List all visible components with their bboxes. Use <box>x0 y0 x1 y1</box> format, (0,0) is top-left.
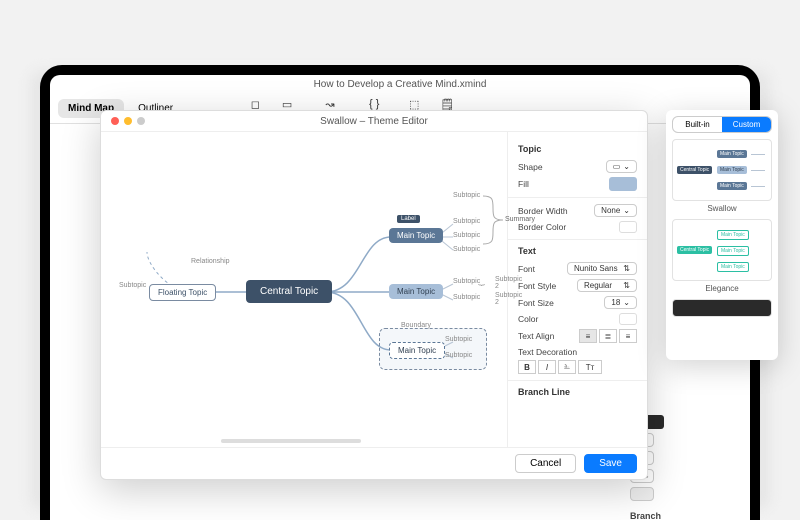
theme-thumb-swallow[interactable]: Central Topic Main Topic Main Topic Main… <box>672 139 772 201</box>
font-size-stepper[interactable]: 18 ⌄ <box>604 296 637 309</box>
bg-swatch-sm[interactable] <box>630 487 654 501</box>
sub2-2b: Subtopic 2 <box>495 292 522 306</box>
sub-1b: Subtopic <box>453 218 480 225</box>
main-topic-node-2[interactable]: Main Topic <box>389 284 443 299</box>
text-align-label: Text Align <box>518 331 554 341</box>
boundary-label: Boundary <box>401 322 431 329</box>
floating-topic-node[interactable]: Floating Topic <box>149 284 216 301</box>
window-title: How to Develop a Creative Mind.xmind <box>50 75 750 94</box>
sub-1c: Subtopic <box>453 232 480 239</box>
border-color-swatch[interactable] <box>619 221 637 233</box>
preview-canvas[interactable]: Subtopic Floating Topic Relationship Cen… <box>101 132 507 447</box>
save-button[interactable]: Save <box>584 454 637 473</box>
underline-button[interactable]: ⎁ <box>558 360 576 374</box>
text-color-swatch[interactable] <box>619 313 637 325</box>
subtopic-left-label: Subtopic <box>119 282 146 289</box>
sub2-2a: Subtopic 2 <box>495 276 522 290</box>
theme-scope-segment: Built-in Custom <box>672 116 772 133</box>
modal-footer: Cancel Save <box>101 447 647 479</box>
sub-3b: Subtopic <box>445 352 472 359</box>
font-size-label: Font Size <box>518 298 554 308</box>
chevron-down-icon: ⌄ <box>623 206 630 215</box>
relationship-icon: ↝ <box>322 98 338 110</box>
chevron-down-icon: ⌄ <box>623 162 630 171</box>
cancel-button[interactable]: Cancel <box>515 454 576 473</box>
fill-label: Fill <box>518 179 529 189</box>
text-align-group: ≡ ≣ ≡ <box>579 329 637 343</box>
font-style-label: Font Style <box>518 281 556 291</box>
section-branch: Branch Line <box>518 387 637 397</box>
main-topic-node-3[interactable]: Main Topic <box>389 342 445 359</box>
theme-editor-modal: Swallow – Theme Editor Subtopic Floating… <box>100 110 648 480</box>
font-label: Font <box>518 264 535 274</box>
note-icon: 🗒 <box>439 98 455 110</box>
theme-thumb-dark[interactable] <box>672 299 772 317</box>
section-text: Text <box>518 246 637 256</box>
caps-button[interactable]: Tᴛ <box>578 360 602 374</box>
segment-builtin[interactable]: Built-in <box>673 117 722 132</box>
font-select[interactable]: Nunito Sans⇅ <box>567 262 637 275</box>
summary-icon: { } <box>366 98 382 110</box>
updown-icon: ⇅ <box>623 264 630 273</box>
align-right-button[interactable]: ≡ <box>619 329 637 343</box>
subtopic-icon: ▭ <box>279 98 295 110</box>
text-color-label: Color <box>518 314 538 324</box>
text-decoration-label: Text Decoration <box>518 347 577 357</box>
shape-label: Shape <box>518 162 543 172</box>
align-center-button[interactable]: ≣ <box>599 329 617 343</box>
modal-title: Swallow – Theme Editor <box>101 116 647 127</box>
fill-swatch[interactable] <box>609 177 637 191</box>
topic-icon: ◻ <box>247 98 263 110</box>
summary-label: Summary <box>505 216 535 223</box>
sub-1d: Subtopic <box>453 246 480 253</box>
shape-select[interactable]: ▭ ⌄ <box>606 160 637 173</box>
label-chip: Label <box>397 215 420 223</box>
section-topic: Topic <box>518 144 637 154</box>
relationship-label: Relationship <box>191 258 230 265</box>
bg-branch-section: Branch <box>630 511 740 520</box>
chevron-down-icon: ⌄ <box>623 298 630 307</box>
theme-thumb-elegance[interactable]: Central Topic Main Topic Main Topic Main… <box>672 219 772 281</box>
main-topic-node-1[interactable]: Main Topic <box>389 228 443 243</box>
segment-custom[interactable]: Custom <box>722 117 771 132</box>
text-decoration-group: B I ⎁ Tᴛ <box>518 360 602 374</box>
font-style-select[interactable]: Regular⇅ <box>577 279 637 292</box>
italic-button[interactable]: I <box>538 360 556 374</box>
theme-name-swallow: Swallow <box>672 204 772 213</box>
summary-brace-2: } <box>478 284 484 286</box>
sub-1a: Subtopic <box>453 192 480 199</box>
sub-2b: Subtopic <box>453 294 480 301</box>
central-topic-node[interactable]: Central Topic <box>246 280 332 303</box>
border-width-label: Border Width <box>518 206 568 216</box>
modal-titlebar: Swallow – Theme Editor <box>101 111 647 132</box>
sub-3a: Subtopic <box>445 336 472 343</box>
sub-2a: Subtopic <box>453 278 480 285</box>
bold-button[interactable]: B <box>518 360 536 374</box>
updown-icon: ⇅ <box>623 281 630 290</box>
border-color-label: Border Color <box>518 222 566 232</box>
boundary-icon: ⬚ <box>406 98 422 110</box>
inspector-panel: Topic Shape ▭ ⌄ Fill Border Width None ⌄ B… <box>507 132 647 447</box>
themes-panel: Built-in Custom Central Topic Main Topic… <box>666 110 778 360</box>
border-width-select[interactable]: None ⌄ <box>594 204 637 217</box>
align-left-button[interactable]: ≡ <box>579 329 597 343</box>
horizontal-scrollbar[interactable] <box>221 439 361 443</box>
theme-name-elegance: Elegance <box>672 284 772 293</box>
